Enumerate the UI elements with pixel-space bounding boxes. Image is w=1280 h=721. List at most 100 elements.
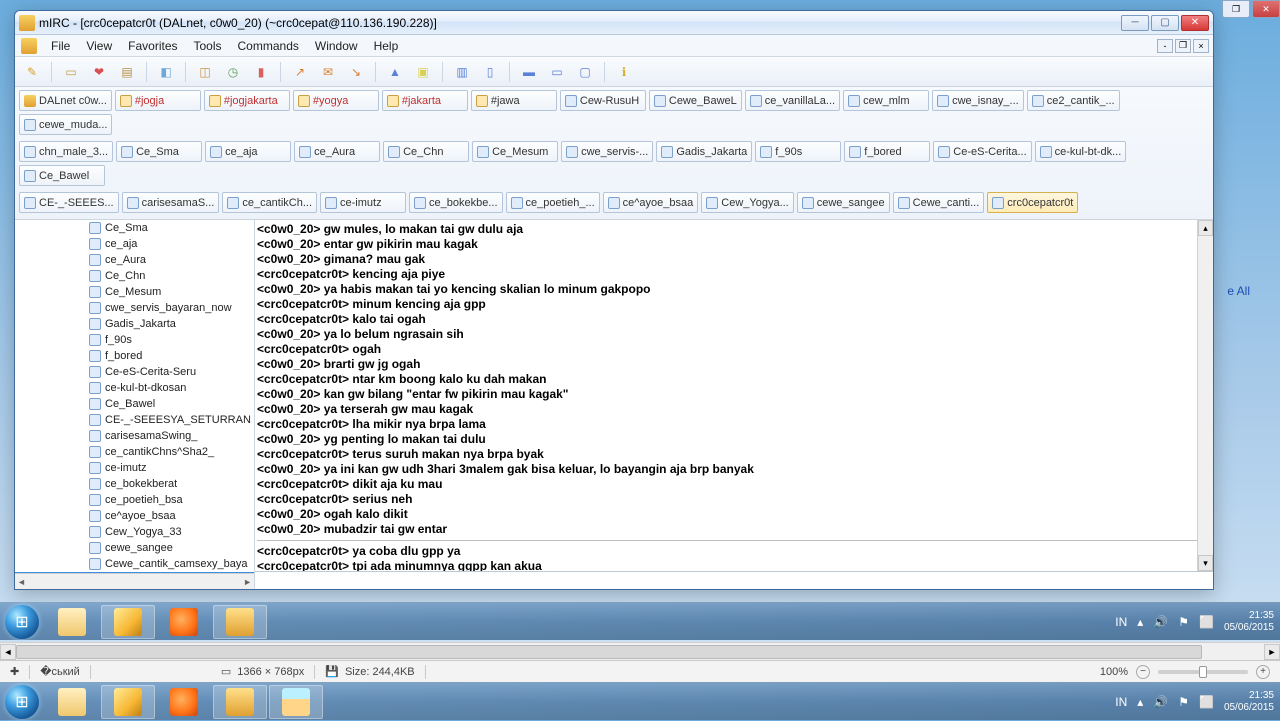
tree-item[interactable]: ce-imutz [15,460,254,476]
mdi-close-button[interactable]: × [1193,39,1209,53]
connect-icon[interactable]: ✎ [23,63,41,81]
mdi-restore-button[interactable]: ❐ [1175,39,1191,53]
inner-winamp-button[interactable] [101,605,155,639]
inner-network-icon[interactable]: ⬜ [1199,615,1214,629]
tree-item[interactable]: ce_bokekberat [15,476,254,492]
arrange-icon[interactable]: ▭ [548,63,566,81]
tree-item[interactable]: Cewe_cantik_camsexy_baya [15,556,254,572]
menu-window[interactable]: Window [307,37,366,55]
switch-cecantikch[interactable]: ce_cantikCh... [222,192,317,213]
explorer-button[interactable] [45,685,99,719]
dcc-chat-icon[interactable]: ✉ [319,63,337,81]
switch-cewmlm[interactable]: cew_mlm [843,90,929,111]
switch-ceaura[interactable]: ce_Aura [294,141,380,162]
switch-cebokekbe[interactable]: ce_bokekbe... [409,192,503,213]
start-button-inner[interactable] [0,603,44,641]
switch-f90s[interactable]: f_90s [755,141,841,162]
switch-ceseees[interactable]: CE-_-SEEES... [19,192,119,213]
tree-list[interactable]: Ce_Smace_ajace_AuraCe_ChnCe_Mesumcwe_ser… [15,220,254,573]
inner-mirc-button[interactable] [213,605,267,639]
tree-item[interactable]: ce^ayoe_bsaa [15,508,254,524]
switch-cewecanti[interactable]: Cewe_canti... [893,192,985,213]
channels-list-icon[interactable]: ▤ [118,63,136,81]
paint-button[interactable] [269,685,323,719]
chat-vscrollbar[interactable]: ▴▾ [1197,220,1213,571]
inner-firefox-button[interactable] [157,605,211,639]
notify-icon[interactable]: ▲ [386,63,404,81]
tree-item[interactable]: cewe_sangee [15,540,254,556]
tile-vert-icon[interactable]: ▯ [481,63,499,81]
cascade-icon[interactable]: ▬ [520,63,538,81]
switch-ceimutz[interactable]: ce-imutz [320,192,406,213]
tree-item[interactable]: Ce_Mesum [15,284,254,300]
favorites-icon[interactable]: ❤ [90,63,108,81]
tree-item[interactable]: Ce-eS-Cerita-Seru [15,364,254,380]
switch-cewebawel[interactable]: Cewe_BaweL [649,90,742,111]
volume-icon[interactable]: 🔊 [1153,695,1168,709]
menu-help[interactable]: Help [366,37,407,55]
tree-item[interactable]: Gadis_Jakarta [15,316,254,332]
lang-indicator[interactable]: IN [1115,695,1127,709]
switch-jogjakarta[interactable]: #jogjakarta [204,90,290,111]
switch-ceaja[interactable]: ce_aja [205,141,291,162]
switch-ce2cantik[interactable]: ce2_cantik_... [1027,90,1120,111]
zoom-in-button[interactable]: + [1256,665,1270,679]
status-crop-icon[interactable]: �ський [30,665,90,678]
urls-icon[interactable]: ▣ [414,63,432,81]
outer-close-button[interactable]: ✕ [1252,0,1280,18]
start-button[interactable] [0,683,44,721]
tree-item[interactable]: cwe_servis_bayaran_now [15,300,254,316]
inner-show-hidden-icon[interactable]: ▴ [1137,615,1143,629]
switch-cewesangee[interactable]: cewe_sangee [797,192,890,213]
menu-tools[interactable]: Tools [186,37,230,55]
tree-item[interactable]: Cew_Yogya_33 [15,524,254,540]
send-file-icon[interactable]: ↗ [291,63,309,81]
flag-icon[interactable]: ⚑ [1178,695,1189,709]
mirc-button[interactable] [213,685,267,719]
switch-cewyogya[interactable]: Cew_Yogya... [701,192,793,213]
scripts-icon[interactable]: ◧ [157,63,175,81]
menu-view[interactable]: View [78,37,120,55]
switch-cewrusuh[interactable]: Cew-RusuH [560,90,646,111]
winamp-button[interactable] [101,685,155,719]
menu-commands[interactable]: Commands [230,37,307,55]
tree-item[interactable]: Ce_Sma [15,220,254,236]
menu-favorites[interactable]: Favorites [120,37,185,55]
firefox-button[interactable] [157,685,211,719]
switch-cweservis[interactable]: cwe_servis-... [561,141,653,162]
tree-hscrollbar[interactable]: ◄► [15,573,254,589]
switch-cechn[interactable]: Ce_Chn [383,141,469,162]
switch-ceescerita[interactable]: Ce-eS-Cerita... [933,141,1031,162]
switch-yogya[interactable]: #yogya [293,90,379,111]
dcc-get-icon[interactable]: ↘ [347,63,365,81]
inner-clock[interactable]: 21:3505/06/2015 [1224,610,1274,634]
tree-item[interactable]: carisesamaSwing_ [15,428,254,444]
maximize-button[interactable]: ▢ [1151,15,1179,31]
show-hidden-icon[interactable]: ▴ [1137,695,1143,709]
tree-item[interactable]: f_90s [15,332,254,348]
status-tool-icon[interactable]: ✚ [0,665,29,678]
colors-icon[interactable]: ▮ [252,63,270,81]
outer-restore-button[interactable]: ❐ [1222,0,1250,18]
zoom-out-button[interactable]: − [1136,665,1150,679]
tree-item[interactable]: ce_aja [15,236,254,252]
menu-file[interactable]: File [43,37,78,55]
switch-ceayoebsaa[interactable]: ce^ayoe_bsaa [603,192,699,213]
zoom-slider[interactable] [1158,670,1248,674]
switch-carisesamas[interactable]: carisesamaS... [122,192,220,213]
switch-cepoetieh[interactable]: ce_poetieh_... [506,192,600,213]
switch-cevanillala[interactable]: ce_vanillaLa... [745,90,840,111]
inner-flag-icon[interactable]: ⚑ [1178,615,1189,629]
tree-item[interactable]: ce_poetieh_bsa [15,492,254,508]
window-icon[interactable]: ▢ [576,63,594,81]
address-book-icon[interactable]: ◫ [196,63,214,81]
inner-volume-icon[interactable]: 🔊 [1153,615,1168,629]
switch-cekulbtdk[interactable]: ce-kul-bt-dk... [1035,141,1127,162]
inner-explorer-button[interactable] [45,605,99,639]
viewer-hscrollbar[interactable]: ◄► [0,642,1280,660]
switch-jogja[interactable]: #jogja [115,90,201,111]
switch-cesma[interactable]: Ce_Sma [116,141,202,162]
switch-fbored[interactable]: f_bored [844,141,930,162]
options-icon[interactable]: ▭ [62,63,80,81]
tree-item[interactable]: Ce_Chn [15,268,254,284]
